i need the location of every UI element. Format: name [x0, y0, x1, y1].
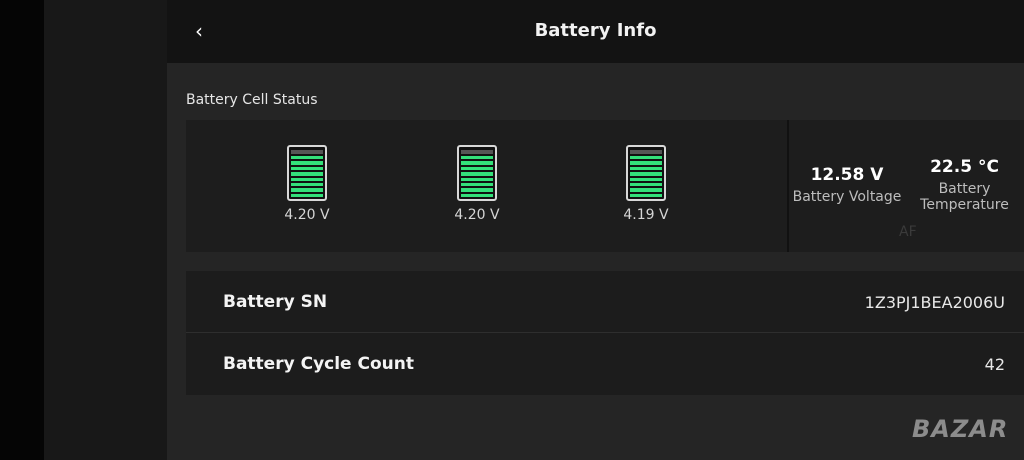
cell-2: 4.20 V — [447, 145, 507, 223]
battery-icon — [626, 145, 666, 201]
cycle-count-label: Battery Cycle Count — [223, 354, 414, 374]
battery-stats-panel: 12.58 V Battery Voltage 22.5 °C Battery … — [789, 120, 1024, 252]
cell-voltage: 4.20 V — [284, 207, 330, 223]
battery-voltage-value: 12.58 V — [810, 165, 884, 185]
list-item-battery-sn: Battery SN 1Z3PJ1BEA2006U — [186, 271, 1024, 332]
battery-info-list: Battery SN 1Z3PJ1BEA2006U Battery Cycle … — [186, 271, 1024, 395]
faded-text: AF — [899, 224, 917, 240]
battery-sn-label: Battery SN — [223, 292, 328, 312]
left-panel — [44, 0, 167, 460]
battery-icon — [457, 145, 497, 201]
battery-icon — [287, 145, 327, 201]
battery-voltage-label: Battery Voltage — [792, 189, 902, 205]
cell-status-panel: 4.20 V 4.20 V 4.19 V — [186, 120, 787, 252]
cell-voltage: 4.20 V — [454, 207, 500, 223]
battery-info-content: Battery Cell Status 4.20 V 4.20 V 4.19 V… — [167, 63, 1024, 460]
left-edge — [0, 0, 44, 460]
cell-3: 4.19 V — [616, 145, 676, 223]
top-bar: ‹ Battery Info — [167, 0, 1024, 63]
list-item-cycle-count: Battery Cycle Count 42 — [186, 333, 1024, 394]
cycle-count-value: 42 — [984, 355, 1005, 374]
cell-voltage: 4.19 V — [623, 207, 669, 223]
battery-temperature-value: 22.5 °C — [930, 157, 999, 177]
watermark-logo: BAZAR — [912, 415, 1009, 443]
battery-sn-value: 1Z3PJ1BEA2006U — [864, 293, 1005, 312]
temperature-stat: 22.5 °C Battery Temperature — [905, 157, 1024, 213]
battery-temperature-label-2: Temperature — [920, 197, 1009, 213]
battery-temperature-label-1: Battery — [938, 181, 991, 197]
cell-1: 4.20 V — [277, 145, 337, 223]
page-title: Battery Info — [534, 20, 657, 41]
voltage-stat: 12.58 V Battery Voltage — [789, 165, 905, 205]
section-title-cell-status: Battery Cell Status — [186, 92, 318, 108]
